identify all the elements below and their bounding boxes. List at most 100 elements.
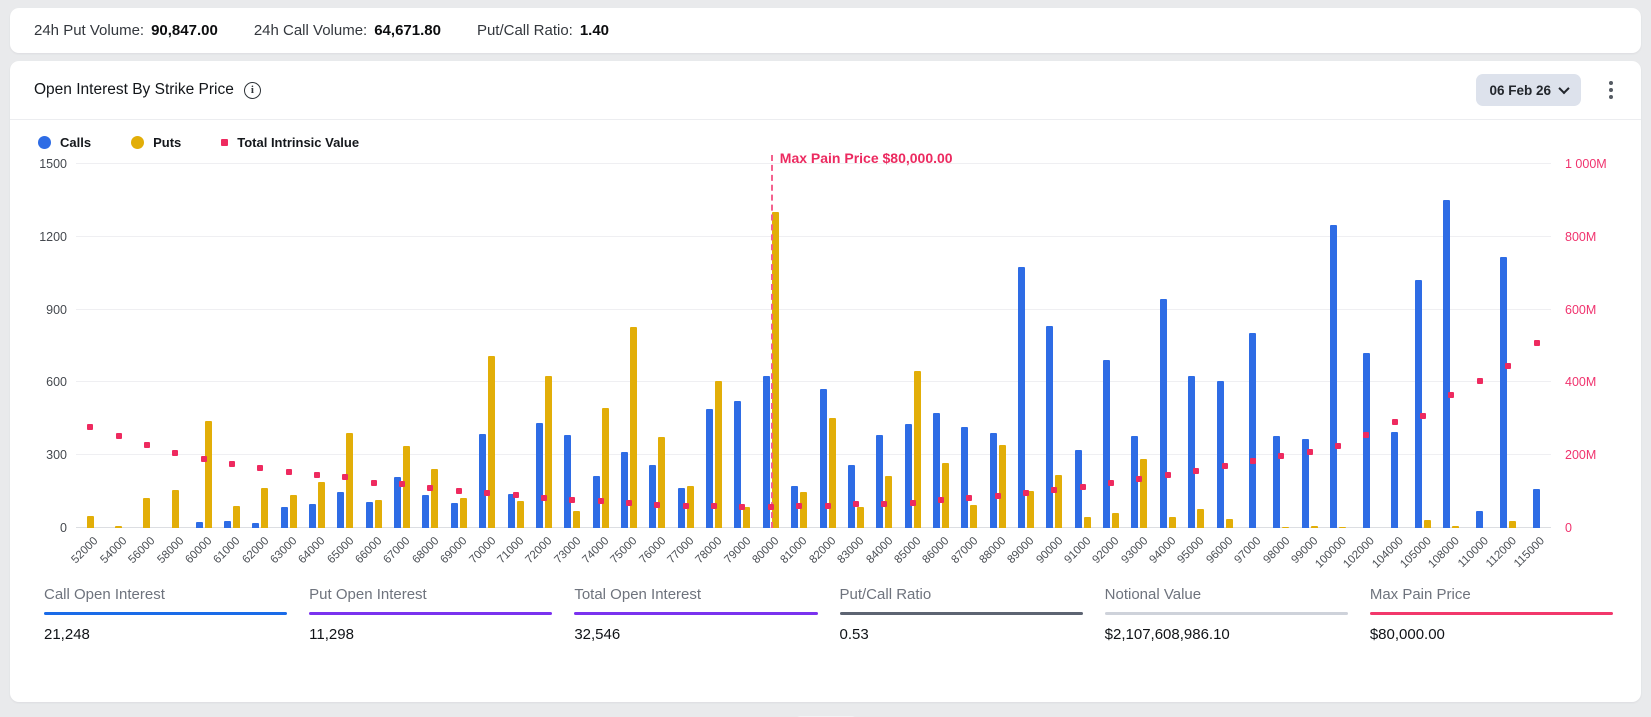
x-axis-label: 77000 — [665, 535, 696, 566]
total-intrinsic-value-point — [966, 495, 972, 501]
stat-underline — [1105, 612, 1348, 615]
total-intrinsic-value-point — [853, 501, 859, 507]
strike-slot: 80000Max Pain Price $80,000.00 — [757, 164, 785, 528]
total-intrinsic-value-point — [1165, 472, 1171, 478]
x-axis-label: 91000 — [1062, 535, 1093, 566]
stat-label: Total Open Interest — [574, 586, 817, 603]
call-bar — [1415, 280, 1422, 528]
right-axis-tick: 800M — [1565, 230, 1596, 244]
expiry-date-dropdown[interactable]: 06 Feb 26 — [1476, 74, 1581, 106]
strike-slot: 65000 — [331, 164, 359, 528]
put-bar — [970, 505, 977, 528]
left-axis-tick: 1500 — [39, 157, 67, 171]
strike-slot: 99000 — [1295, 164, 1323, 528]
total-intrinsic-value-point — [1534, 340, 1540, 346]
call-bar — [508, 494, 515, 528]
strike-slot: 71000 — [501, 164, 529, 528]
strike-slot: 75000 — [615, 164, 643, 528]
call-bar — [1046, 326, 1053, 528]
total-intrinsic-value-point — [172, 450, 178, 456]
strike-slot: 115000 — [1522, 164, 1550, 528]
total-intrinsic-value-point — [1392, 419, 1398, 425]
call-bar — [1018, 267, 1025, 528]
call-bar — [309, 504, 316, 528]
stat-underline — [840, 612, 1083, 615]
strike-slot: 85000 — [898, 164, 926, 528]
info-icon[interactable]: i — [244, 82, 261, 99]
legend-item-puts[interactable]: Puts — [131, 135, 181, 150]
total-intrinsic-value-point — [1222, 463, 1228, 469]
total-intrinsic-value-legend-label: Total Intrinsic Value — [237, 135, 359, 150]
strike-slot: 95000 — [1182, 164, 1210, 528]
more-options-button[interactable] — [1603, 77, 1619, 103]
total-intrinsic-value-point — [87, 424, 93, 430]
total-intrinsic-value-point — [626, 500, 632, 506]
call-bar — [1249, 333, 1256, 528]
x-axis-label: 64000 — [297, 535, 328, 566]
put-bar — [1140, 459, 1147, 528]
strike-slot: 73000 — [558, 164, 586, 528]
x-axis-label: 84000 — [864, 535, 895, 566]
put-bar — [573, 511, 580, 528]
x-axis-label: 79000 — [722, 535, 753, 566]
total-intrinsic-value-point — [286, 469, 292, 475]
x-axis-label: 104000 — [1370, 535, 1406, 571]
right-axis-tick: 400M — [1565, 375, 1596, 389]
strike-slot: 83000 — [842, 164, 870, 528]
strike-slot: 70000 — [473, 164, 501, 528]
put-bar — [205, 421, 212, 528]
strike-slot: 112000 — [1494, 164, 1522, 528]
strike-slot: 98000 — [1267, 164, 1295, 528]
total-intrinsic-value-point — [257, 465, 263, 471]
put-bar — [115, 526, 122, 528]
call-bar — [422, 495, 429, 528]
total-intrinsic-value-point — [116, 433, 122, 439]
total-intrinsic-value-point — [1051, 487, 1057, 493]
call-bar — [1443, 200, 1450, 528]
total-intrinsic-value-point — [1080, 484, 1086, 490]
x-axis-label: 108000 — [1427, 535, 1463, 571]
put-bar — [1055, 475, 1062, 528]
call-bar — [1217, 381, 1224, 528]
put-bar — [800, 492, 807, 528]
right-axis-tick: 200M — [1565, 448, 1596, 462]
put-bar — [1509, 521, 1516, 528]
strike-slot: 90000 — [1040, 164, 1068, 528]
stat-label: Call Open Interest — [44, 586, 287, 603]
stat-underline — [1370, 612, 1613, 615]
put-bar — [942, 463, 949, 528]
put-call-ratio-value: 1.40 — [580, 22, 609, 39]
puts-legend-icon — [131, 136, 144, 149]
call-bar — [252, 523, 259, 528]
put-call-ratio-label: Put/Call Ratio: — [477, 22, 573, 39]
x-axis-label: 61000 — [212, 535, 243, 566]
total-intrinsic-value-point — [1023, 490, 1029, 496]
total-intrinsic-value-point — [456, 488, 462, 494]
put-bar — [1112, 513, 1119, 528]
call-volume-24h: 24h Call Volume: 64,671.80 — [254, 22, 441, 39]
calls-legend-icon — [38, 136, 51, 149]
strike-slot: 110000 — [1466, 164, 1494, 528]
strike-slot: 97000 — [1239, 164, 1267, 528]
put-bar — [545, 376, 552, 528]
call-bar — [1131, 436, 1138, 528]
put-bar — [290, 495, 297, 528]
x-axis-label: 115000 — [1512, 535, 1547, 570]
left-y-axis: 030060090012001500 — [24, 164, 76, 528]
total-intrinsic-value-point — [144, 442, 150, 448]
x-axis-label: 80000 — [750, 535, 781, 566]
call-bar — [876, 435, 883, 528]
strike-slot: 77000 — [672, 164, 700, 528]
total-intrinsic-value-point — [1307, 449, 1313, 455]
call-bar — [564, 435, 571, 528]
legend-item-calls[interactable]: Calls — [38, 135, 91, 150]
left-axis-tick: 900 — [46, 303, 67, 317]
stat-underline — [309, 612, 552, 615]
put-bar — [1197, 509, 1204, 528]
chevron-down-icon — [1558, 83, 1569, 94]
x-axis-label: 96000 — [1204, 535, 1235, 566]
max-pain-line — [771, 155, 773, 528]
legend-item-total-intrinsic-value[interactable]: Total Intrinsic Value — [221, 135, 359, 150]
x-axis-label: 83000 — [836, 535, 867, 566]
x-axis-label: 85000 — [892, 535, 923, 566]
